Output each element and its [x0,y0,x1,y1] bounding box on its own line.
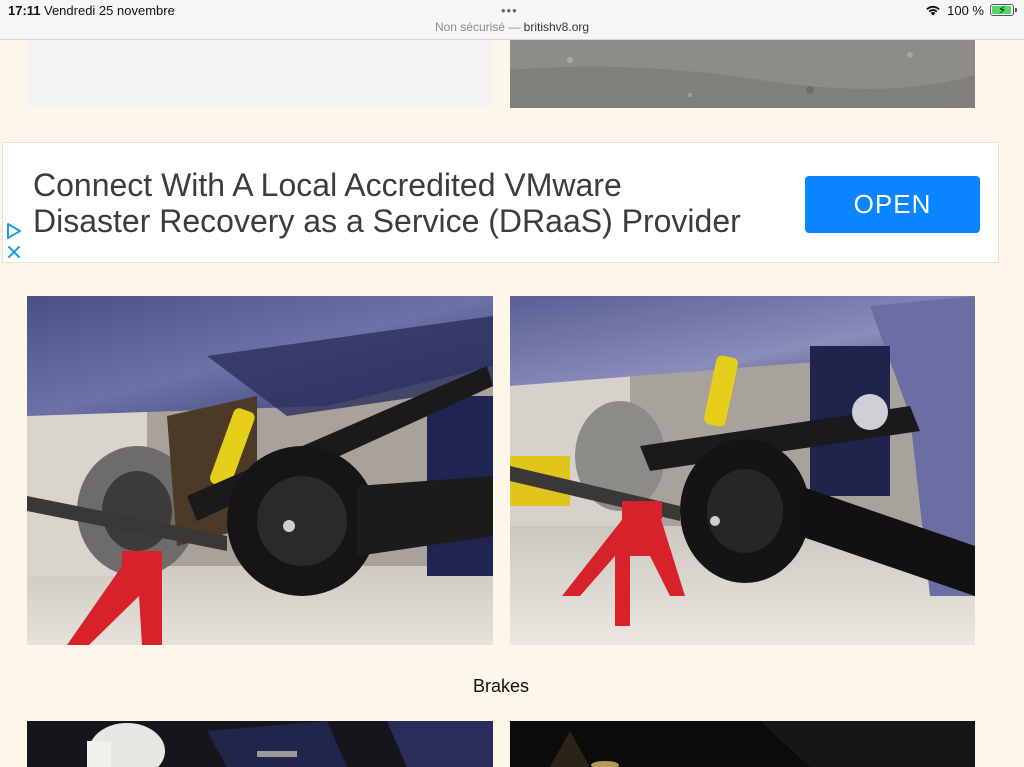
browser-status-bar: 17:11 Vendredi 25 novembre ••• Non sécur… [0,0,1024,40]
address-bar[interactable]: Non sécurisé — britishv8.org [0,20,1024,34]
ad-open-button[interactable]: OPEN [805,176,980,233]
ad-close-icon[interactable] [7,245,21,259]
status-time: 17:11 [8,3,41,18]
section-caption: Brakes [472,676,530,696]
ad-headline[interactable]: Connect With A Local Accredited VMware D… [33,167,741,239]
battery-percent: 100 % [947,2,984,18]
url-domain: britishv8.org [523,20,590,34]
more-options-icon[interactable]: ••• [501,3,518,18]
adchoices-play-icon[interactable] [6,223,22,239]
rear-axle-photo-right[interactable] [510,296,975,645]
battery-icon: ⚡ [990,3,1017,17]
ad-line-1: Connect With A Local Accredited VMware [33,167,622,203]
brakes-photo-left[interactable] [27,721,493,767]
brakes-photo-right[interactable] [510,721,975,767]
wifi-icon [926,5,940,16]
gallery-image-top-right[interactable] [510,40,975,108]
charging-bolt-icon: ⚡ [998,3,1007,17]
status-indicators: 100 % ⚡ [925,2,1017,18]
ad-line-2: Disaster Recovery as a Service (DRaaS) P… [33,203,741,239]
status-date: Vendredi 25 novembre [44,3,175,18]
not-secure-label: Non sécurisé — [434,20,521,34]
rear-axle-photo-left[interactable] [27,296,493,645]
advertisement-banner[interactable]: Connect With A Local Accredited VMware D… [2,142,999,263]
gallery-image-top-left[interactable] [27,40,493,108]
